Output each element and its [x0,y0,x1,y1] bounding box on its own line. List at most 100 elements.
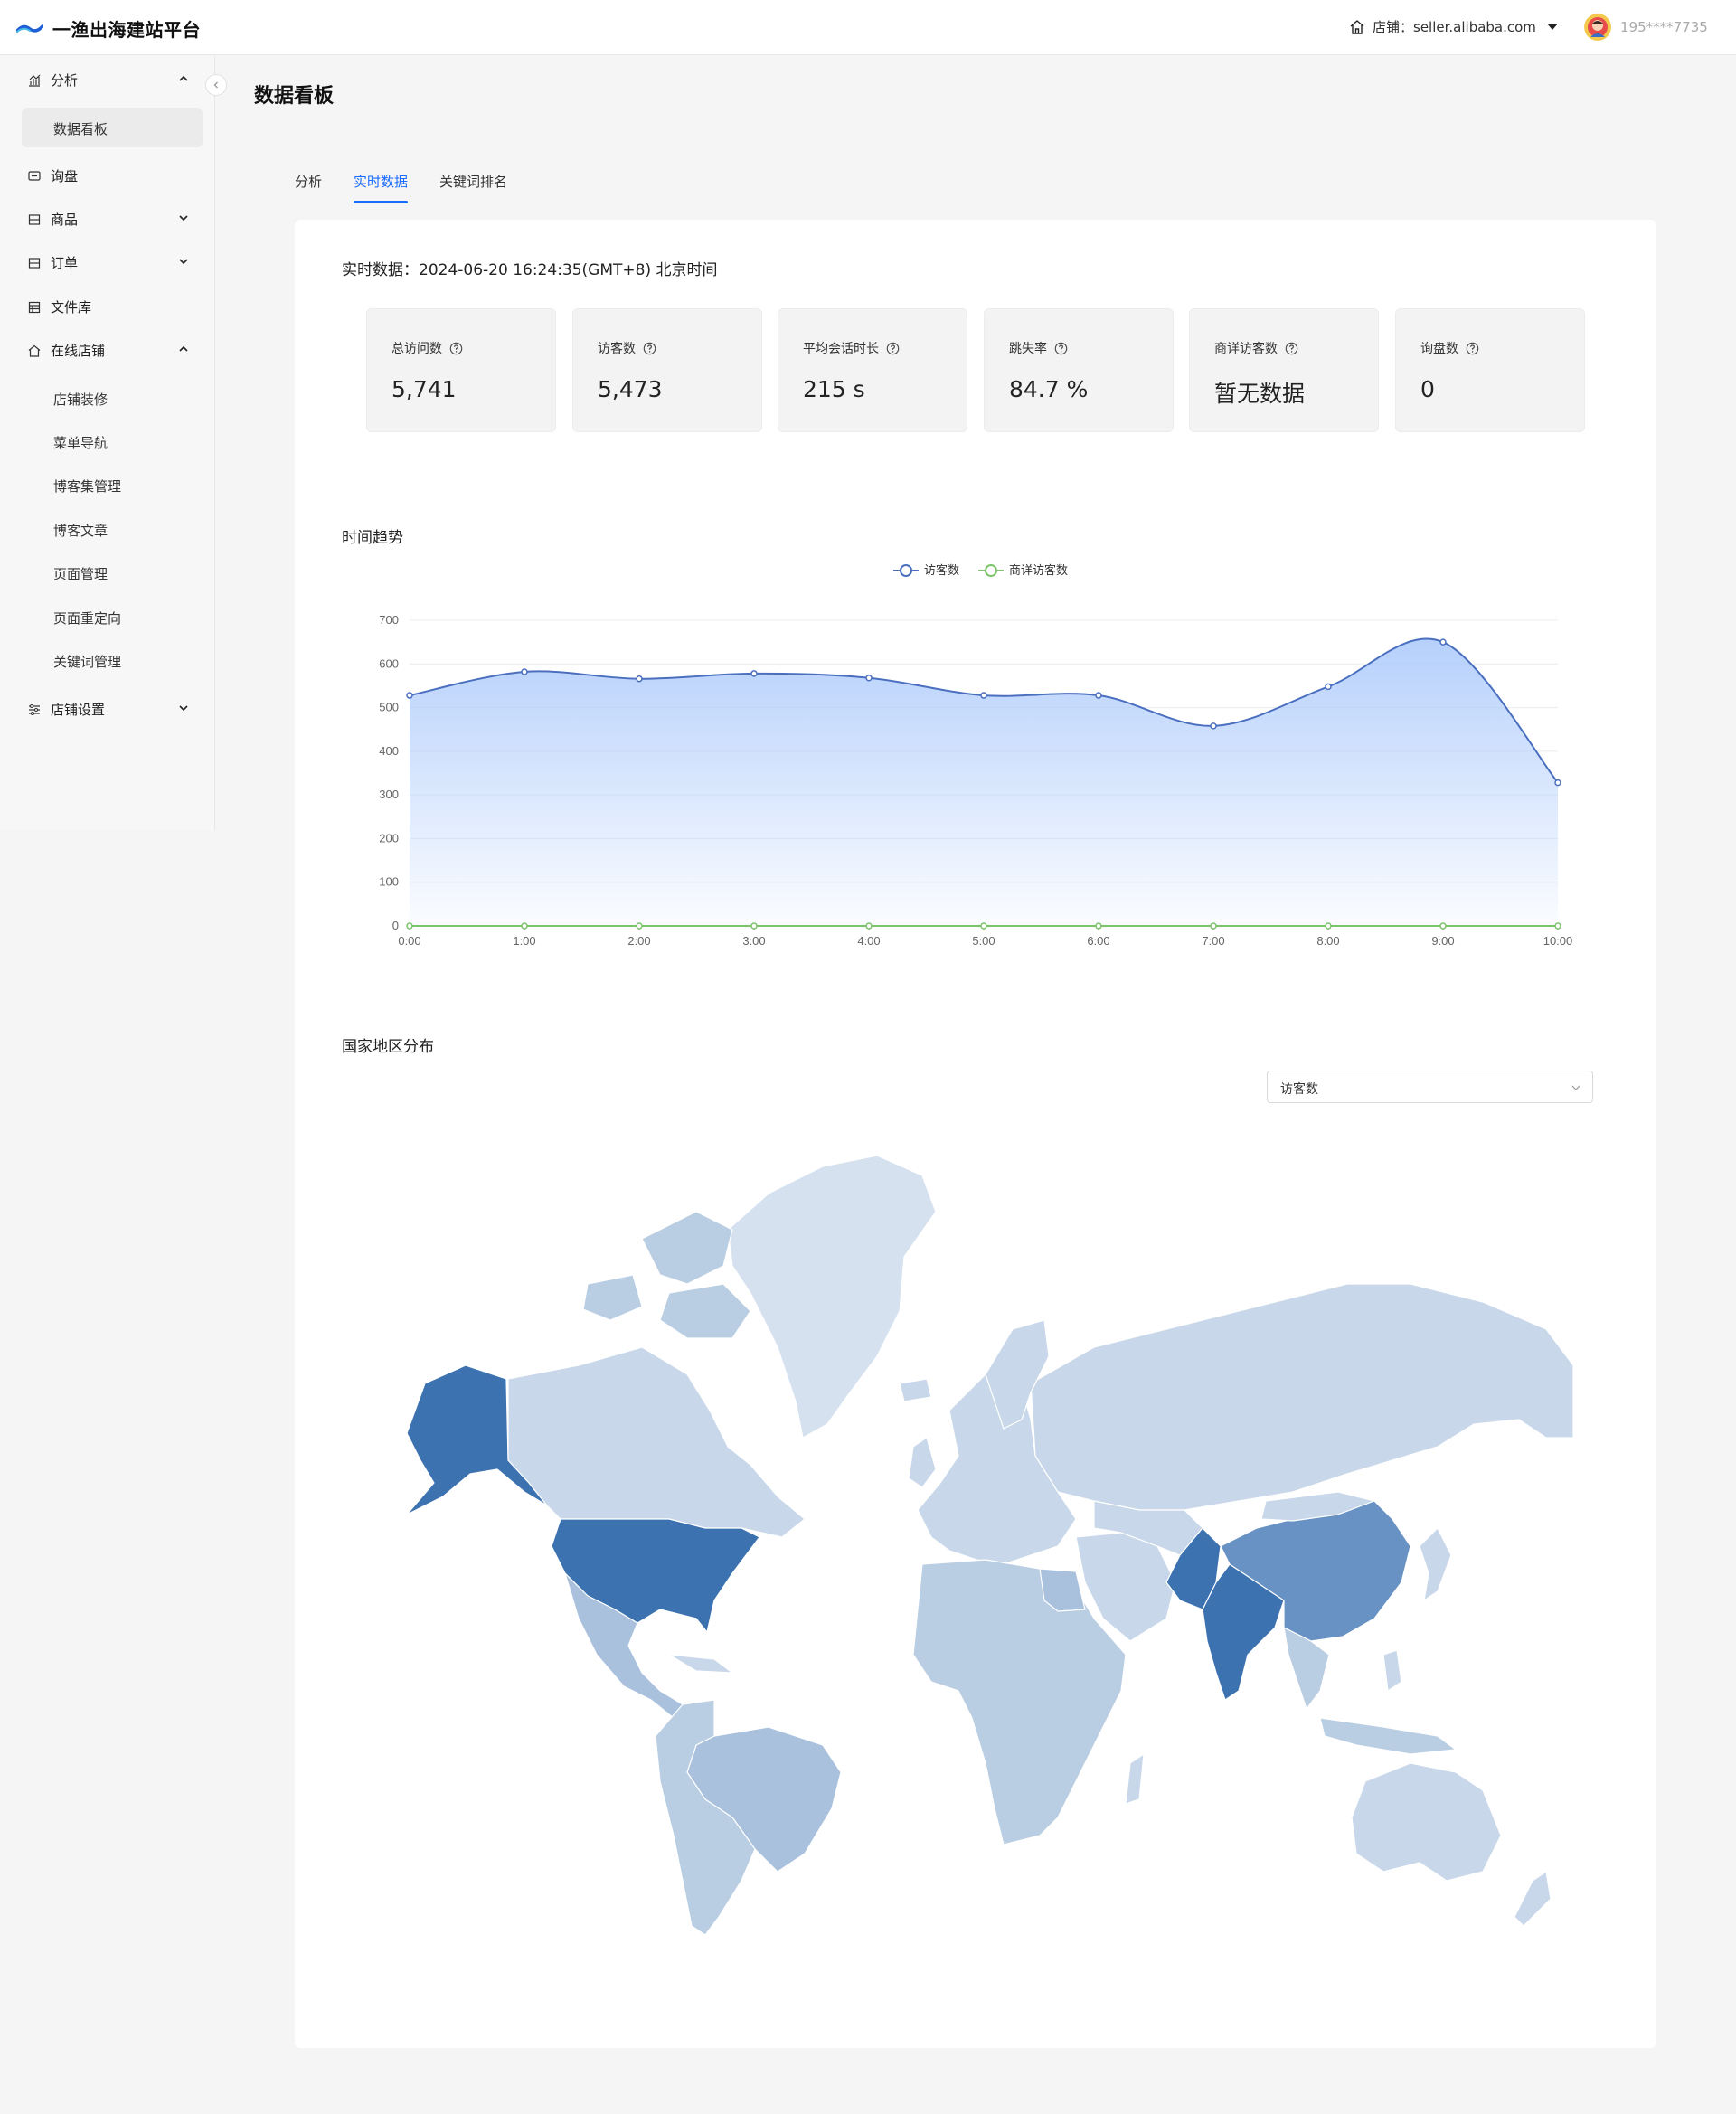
data-point [980,922,987,930]
user-phone: 195****7735 [1620,19,1708,35]
sidebar-item-dashboard[interactable]: 数据看板 [53,119,108,138]
sidebar-item-keyword-management[interactable]: 关键词管理 [53,652,121,671]
region-africa[interactable] [912,1559,1127,1845]
y-tick-label: 300 [379,788,399,801]
x-tick-label: 10:00 [1543,934,1573,948]
kpi-value: 暂无数据 [1214,381,1306,407]
logo-icon [16,24,43,33]
legend-marker [985,564,997,577]
sidebar-item-file-library[interactable]: 文件库 [27,297,190,316]
sidebar-item-blog-collections[interactable]: 博客集管理 [53,477,121,495]
region-australia[interactable] [1351,1762,1502,1882]
sidebar-label: 文件库 [51,299,92,316]
tab-bar: 分析 实时数据 关键词排名 [295,172,539,203]
region-japan[interactable] [1419,1527,1452,1601]
region-russia[interactable] [1030,1283,1574,1511]
x-tick-label: 2:00 [627,934,650,948]
sidebar-item-dashboard-active[interactable] [22,108,203,147]
help-icon[interactable] [643,342,656,355]
kpi-card-total-visits: 总访问数 5,741 [366,308,556,432]
sidebar-group-store-settings[interactable]: 店铺设置 [27,700,190,719]
sidebar-group-analysis[interactable]: 分析 [27,71,190,90]
sidebar-item-inquiry[interactable]: 询盘 [27,166,190,185]
sidebar-item-blog-posts[interactable]: 博客文章 [53,521,108,540]
sidebar-item-store-decoration[interactable]: 店铺装修 [53,390,108,409]
sidebar-item-page-redirect[interactable]: 页面重定向 [53,609,121,628]
help-icon[interactable] [886,342,900,355]
x-tick-label: 8:00 [1316,934,1339,948]
y-tick-label: 400 [379,744,399,758]
caret-down-icon [1546,24,1558,30]
sidebar-label: 商品 [51,212,79,228]
metric-select[interactable]: 访客数 [1267,1071,1593,1103]
help-icon[interactable] [1285,342,1298,355]
data-point [1439,922,1447,930]
region-madagascar[interactable] [1125,1753,1145,1805]
data-point [636,922,643,930]
region-canada-islands[interactable] [582,1211,751,1339]
kpi-label: 商详访客数 [1214,342,1278,356]
data-point [1210,722,1217,730]
sidebar-group-orders[interactable]: 订单 [27,253,190,272]
sidebar-item-menu-navigation[interactable]: 菜单导航 [53,433,108,452]
region-uk[interactable] [908,1437,937,1488]
sidebar-label: 分析 [51,72,79,89]
geo-title: 国家地区分布 [342,1038,434,1056]
region-caribbean[interactable] [668,1654,733,1674]
data-point [1439,638,1447,646]
kpi-card-visitors: 访客数 5,473 [572,308,762,432]
shop-switcher[interactable]: 店铺：seller.alibaba.com [1349,17,1558,36]
kpi-label: 平均会话时长 [803,342,879,356]
metric-select-value: 访客数 [1280,1082,1318,1097]
kpi-label: 总访问数 [392,342,442,356]
tab-analysis[interactable]: 分析 [295,172,322,203]
y-tick-label: 200 [379,831,399,845]
tab-realtime[interactable]: 实时数据 [354,172,409,203]
chevron-down-icon [179,705,188,712]
kpi-label: 跳失率 [1009,342,1047,356]
app-title: 一渔出海建站平台 [52,19,201,41]
region-new-zealand[interactable] [1514,1871,1552,1927]
home-icon [1350,19,1364,34]
data-point [521,922,528,930]
world-map [406,1155,1574,1936]
kpi-label: 访客数 [598,342,636,356]
help-icon[interactable] [1054,342,1068,355]
kpi-value: 84.7 % [1009,376,1089,402]
kpi-value: 215 s [803,376,865,402]
y-tick-label: 600 [379,656,399,670]
help-icon[interactable] [449,342,463,355]
tab-keyword-ranking[interactable]: 关键词排名 [439,172,507,203]
data-point [1325,683,1332,691]
user-menu[interactable]: 195****7735 [1584,14,1708,41]
region-philippines[interactable] [1382,1649,1402,1692]
sidebar-group-online-store[interactable]: 在线店铺 [27,341,190,360]
y-tick-label: 500 [379,701,399,714]
data-point [750,670,758,677]
y-tick-label: 700 [379,613,399,627]
realtime-timestamp: 实时数据：2024-06-20 16:24:35(GMT+8) 北京时间 [342,261,718,279]
sidebar-group-products[interactable]: 商品 [27,210,190,229]
sidebar-item-page-management[interactable]: 页面管理 [53,564,108,583]
folder-icon [28,301,41,313]
x-tick-label: 1:00 [513,934,535,948]
order-icon [28,257,41,269]
trend-title: 时间趋势 [342,529,403,547]
x-tick-label: 4:00 [857,934,880,948]
collapse-sidebar-button[interactable] [205,74,227,96]
sidebar-label: 店铺设置 [51,702,106,718]
data-point [1095,692,1102,699]
region-iceland[interactable] [899,1378,932,1402]
data-point [980,692,987,699]
data-point [1095,922,1102,930]
region-southeast-asia[interactable] [1283,1627,1457,1755]
help-icon[interactable] [1466,342,1479,355]
data-point [865,922,873,930]
x-tick-label: 6:00 [1087,934,1109,948]
legend-label-0: 访客数 [924,563,959,577]
x-tick-label: 3:00 [742,934,765,948]
region-canada[interactable] [507,1346,806,1538]
app-logo[interactable]: 一渔出海建站平台 [16,15,201,42]
kpi-card-inquiries: 询盘数 0 [1395,308,1585,432]
data-point [750,922,758,930]
